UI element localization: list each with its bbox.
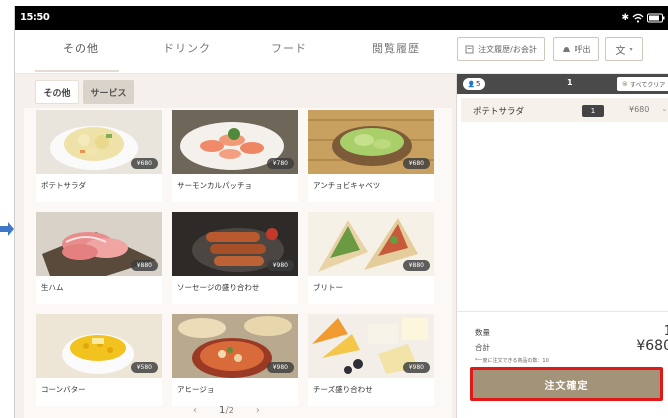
active-tab-indicator: [35, 70, 119, 72]
price-badge: ¥780: [266, 158, 294, 169]
subtab-service-label: サービス: [90, 88, 127, 99]
price-badge: ¥980: [402, 362, 430, 373]
people-count-badge[interactable]: 👤 5: [463, 78, 485, 90]
price-badge: ¥680: [402, 158, 430, 169]
translate-icon: 文: [615, 45, 626, 57]
bell-icon: [562, 46, 570, 52]
menu-item-name: サーモンカルパッチョ: [177, 181, 252, 190]
total-value: ¥680: [636, 338, 668, 354]
price-badge: ¥880: [130, 260, 158, 271]
price-badge: ¥880: [402, 260, 430, 271]
menu-item-card[interactable]: ¥980 ソーセージの盛り合わせ: [172, 212, 298, 304]
order-line-item[interactable]: ポテトサラダ 1 ¥680 ⌄: [461, 98, 668, 122]
menu-item-name: ポテトサラダ: [41, 181, 86, 190]
subtab-other-label: その他: [43, 88, 71, 99]
menu-item-name: アンチョビキャベツ: [313, 181, 381, 190]
order-summary: 数量 1 合計 ¥680 *一度に注文できる商品の数：10 注文確定: [457, 311, 668, 418]
pagination: ‹ 1/2 ›: [193, 405, 260, 416]
subtab-other[interactable]: その他: [35, 80, 79, 104]
language-button[interactable]: 文 ▾: [605, 37, 643, 61]
screenshot-canvas: 15:50 ✱ その他 ドリンク フード 閲覧履歴 注文履歴/お会計 呼出 文 …: [0, 0, 668, 418]
people-count: 5: [476, 80, 481, 88]
confirm-order-label: 注文確定: [544, 380, 589, 392]
order-panel: 👤 5 1 ⊗ すべてクリア ポテトサラダ 1 ¥680 ⌄ 数量 1 合計 ¥: [456, 74, 668, 418]
status-icons: ✱: [621, 11, 665, 25]
quantity-label: 数量: [475, 328, 490, 337]
chevron-down-icon[interactable]: ⌄: [661, 104, 668, 113]
menu-item-card[interactable]: ¥680 アンチョビキャベツ: [308, 110, 434, 202]
battery-icon: [647, 13, 665, 23]
next-page-icon[interactable]: ›: [256, 405, 260, 416]
clear-all-button[interactable]: ⊗ すべてクリア: [617, 77, 668, 91]
menu-item-card[interactable]: ¥580 コーンバター: [36, 314, 162, 406]
status-time: 15:50: [20, 12, 50, 23]
clear-all-label: すべてクリア: [629, 81, 666, 89]
tab-view-history[interactable]: 閲覧履歴: [372, 40, 420, 56]
menu-item-card[interactable]: ¥780 サーモンカルパッチョ: [172, 110, 298, 202]
tablet-screen: 15:50 ✱ その他 ドリンク フード 閲覧履歴 注文履歴/お会計 呼出 文 …: [14, 6, 668, 418]
tab-other[interactable]: その他: [63, 40, 99, 56]
total-label: 合計: [475, 343, 490, 352]
pointer-arrow-icon: [0, 222, 14, 236]
menu-item-name: コーンバター: [41, 385, 86, 394]
bluetooth-icon: ✱: [621, 13, 629, 23]
page-indicator: 1/2: [219, 405, 234, 416]
top-navigation: その他 ドリンク フード 閲覧履歴 注文履歴/お会計 呼出 文 ▾: [15, 30, 668, 74]
chevron-down-icon: ▾: [629, 45, 633, 53]
order-item-quantity[interactable]: 1: [582, 105, 604, 117]
tab-food[interactable]: フード: [271, 40, 307, 56]
menu-item-card[interactable]: ¥980 アヒージョ: [172, 314, 298, 406]
menu-grid: ¥680 ポテトサラダ ¥780 サーモンカルパッチョ ¥680 アンチョビキャ…: [24, 108, 452, 418]
person-icon: 👤: [467, 80, 475, 88]
order-limit-note: *一度に注文できる商品の数：10: [475, 358, 549, 364]
total-pages: 2: [228, 406, 234, 415]
price-badge: ¥980: [266, 260, 294, 271]
subtab-service[interactable]: サービス: [83, 80, 134, 104]
menu-item-name: ソーセージの盛り合わせ: [177, 283, 260, 292]
menu-item-name: ブリトー: [313, 283, 343, 292]
menu-item-card[interactable]: ¥880 生ハム: [36, 212, 162, 304]
order-history-button[interactable]: 注文履歴/お会計: [457, 37, 545, 61]
wifi-icon: [632, 13, 644, 23]
status-bar: 15:50 ✱: [15, 6, 668, 30]
prev-page-icon[interactable]: ‹: [193, 405, 197, 416]
cart-item-count: 1: [567, 78, 573, 87]
call-label: 呼出: [574, 44, 591, 54]
price-badge: ¥980: [266, 362, 294, 373]
order-panel-header: 👤 5 1 ⊗ すべてクリア: [457, 74, 668, 94]
confirm-order-button[interactable]: 注文確定: [473, 370, 660, 398]
price-badge: ¥680: [130, 158, 158, 169]
call-staff-button[interactable]: 呼出: [553, 37, 599, 61]
order-item-name: ポテトサラダ: [473, 107, 525, 117]
menu-item-card[interactable]: ¥680 ポテトサラダ: [36, 110, 162, 202]
clear-icon: ⊗: [622, 80, 628, 88]
order-history-label: 注文履歴/お会計: [478, 44, 537, 54]
tab-drinks[interactable]: ドリンク: [163, 40, 211, 56]
order-item-price: ¥680: [629, 105, 650, 114]
receipt-icon: [465, 45, 474, 53]
menu-item-card[interactable]: ¥980 チーズ盛り合わせ: [308, 314, 434, 406]
price-badge: ¥580: [130, 362, 158, 373]
menu-item-name: アヒージョ: [177, 385, 215, 394]
menu-area: その他 サービス ¥680 ポテトサラダ ¥780 サーモンカルパッチョ ¥68…: [15, 74, 456, 418]
quantity-value: 1: [664, 324, 668, 339]
menu-item-name: 生ハム: [41, 283, 64, 292]
menu-item-name: チーズ盛り合わせ: [313, 385, 373, 394]
menu-item-card[interactable]: ¥880 ブリトー: [308, 212, 434, 304]
